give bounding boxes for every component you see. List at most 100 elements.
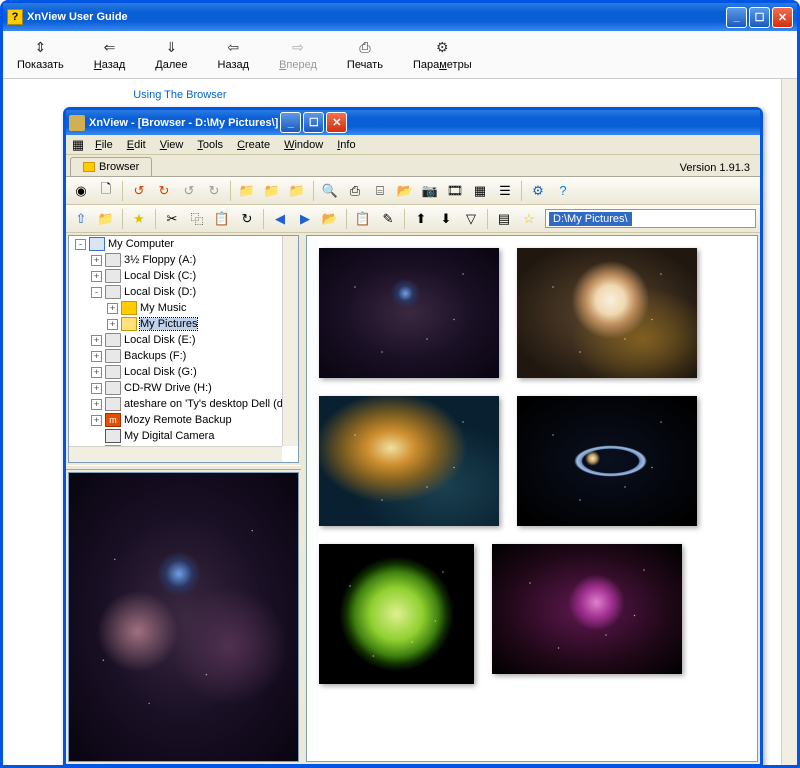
paste-button[interactable]: 📋: [211, 208, 233, 230]
menu-view[interactable]: View: [153, 137, 191, 153]
address-input[interactable]: D:\My Pictures\: [545, 209, 756, 228]
tree-node-my-digital-camera[interactable]: My Digital Camera: [69, 428, 298, 444]
category-button[interactable]: ▤: [493, 208, 515, 230]
rotate-cw-gray-button[interactable]: ↻: [203, 180, 225, 202]
expand-icon[interactable]: +: [91, 255, 102, 266]
link-using-browser[interactable]: Using The Browser: [133, 89, 226, 101]
star-button[interactable]: ☆: [518, 208, 540, 230]
help-toolbar-печать[interactable]: ⎙Печать: [341, 37, 389, 73]
xnview-close-button[interactable]: ✕: [326, 112, 347, 133]
help-toolbar-показать[interactable]: ⇕Показать: [11, 37, 70, 73]
thumbnail-sun-green[interactable]: [319, 544, 474, 684]
new-button[interactable]: 🗋: [95, 180, 117, 202]
tree-node-ateshare-on-ty-s-desktop-dell-de[interactable]: +ateshare on 'Ty's desktop Dell (de: [69, 396, 298, 412]
help-button[interactable]: ?: [552, 180, 574, 202]
close-button[interactable]: ✕: [772, 7, 793, 28]
tree-node-local-disk-e[interactable]: +Local Disk (E:): [69, 332, 298, 348]
help-toolbar-параметры[interactable]: ⚙Параметры: [407, 37, 478, 73]
expand-icon[interactable]: +: [91, 415, 102, 426]
zoom-button[interactable]: 🔍: [319, 180, 341, 202]
expand-icon[interactable]: +: [91, 351, 102, 362]
rotate-ccw-gray-button[interactable]: ↺: [178, 180, 200, 202]
thumbnail-nebula-orange[interactable]: [517, 248, 697, 378]
tree-node-my-pictures[interactable]: +My Pictures: [69, 316, 298, 332]
scanner-button[interactable]: ⌸: [369, 180, 391, 202]
clipboard-button[interactable]: 📋: [352, 208, 374, 230]
folder-icon: [83, 162, 95, 172]
tree-node-cd-rw-drive-h[interactable]: +CD-RW Drive (H:): [69, 380, 298, 396]
folder-tree[interactable]: -My Computer+3½ Floppy (A:)+Local Disk (…: [68, 235, 299, 463]
maximize-button[interactable]: ☐: [749, 7, 770, 28]
tree-node-my-computer[interactable]: -My Computer: [69, 236, 298, 252]
expand-icon[interactable]: +: [91, 271, 102, 282]
print-button[interactable]: ⎙: [344, 180, 366, 202]
new-folder-button[interactable]: 📁: [95, 208, 117, 230]
menu-icon[interactable]: ▦: [70, 137, 86, 153]
expand-icon[interactable]: +: [91, 335, 102, 346]
tree-node-3-floppy-a[interactable]: +3½ Floppy (A:): [69, 252, 298, 268]
cut-button[interactable]: ✂: [161, 208, 183, 230]
thumbnail-grid[interactable]: [306, 235, 758, 762]
splitter-horizontal[interactable]: [66, 465, 301, 470]
expand-icon[interactable]: -: [75, 239, 86, 250]
thumbnail-nebula-pink[interactable]: [492, 544, 682, 674]
menu-window[interactable]: Window: [277, 137, 330, 153]
expand-icon[interactable]: +: [91, 383, 102, 394]
rotate-cw-button[interactable]: ↻: [153, 180, 175, 202]
folder-compare-button[interactable]: 📂: [394, 180, 416, 202]
tab-browser[interactable]: Browser: [70, 157, 152, 176]
menu-edit[interactable]: Edit: [120, 137, 153, 153]
camera-button[interactable]: 📷: [419, 180, 441, 202]
expand-icon[interactable]: +: [91, 367, 102, 378]
film-button[interactable]: 🎞: [444, 180, 466, 202]
expand-icon[interactable]: +: [91, 399, 102, 410]
copy-button[interactable]: ⿻: [186, 208, 208, 230]
folder-nav-button[interactable]: 📂: [319, 208, 341, 230]
thumbnail-nebula-swirl[interactable]: [319, 396, 499, 526]
favorite-button[interactable]: ★: [128, 208, 150, 230]
help-toolbar-назад[interactable]: ⇐Назад: [88, 37, 132, 73]
xnview-titlebar[interactable]: XnView - [Browser - D:\My Pictures\] _ ☐…: [66, 110, 760, 135]
list-button[interactable]: ☰: [494, 180, 516, 202]
back-button[interactable]: ◀: [269, 208, 291, 230]
tree-scrollbar-h[interactable]: [69, 446, 282, 462]
filter-button[interactable]: ▽: [460, 208, 482, 230]
settings-button[interactable]: ⚙: [527, 180, 549, 202]
minimize-button[interactable]: _: [726, 7, 747, 28]
expand-icon[interactable]: +: [107, 319, 118, 330]
thumbnail-galaxy-ring[interactable]: [517, 396, 697, 526]
help-toolbar-далее[interactable]: ⇓Далее: [149, 37, 193, 73]
xnview-minimize-button[interactable]: _: [280, 112, 301, 133]
menu-tools[interactable]: Tools: [190, 137, 230, 153]
menu-create[interactable]: Create: [230, 137, 277, 153]
help-titlebar[interactable]: ? XnView User Guide _ ☐ ✕: [3, 3, 797, 31]
tree-node-my-music[interactable]: +My Music: [69, 300, 298, 316]
folder-x-button[interactable]: 📁: [286, 180, 308, 202]
cycle-button[interactable]: ↻: [236, 208, 258, 230]
color-swatch-button[interactable]: ▦: [469, 180, 491, 202]
tree-node-local-disk-g[interactable]: +Local Disk (G:): [69, 364, 298, 380]
pencil-button[interactable]: ✎: [377, 208, 399, 230]
thumbnail-nebula-blue[interactable]: [319, 248, 499, 378]
forward-button[interactable]: ▶: [294, 208, 316, 230]
help-toolbar-назад[interactable]: ⇦Назад: [212, 37, 256, 73]
preview-pane[interactable]: [68, 472, 299, 762]
xnview-maximize-button[interactable]: ☐: [303, 112, 324, 133]
menu-file[interactable]: File: [88, 137, 120, 153]
sort-desc-button[interactable]: ⬇: [435, 208, 457, 230]
tree-node-backups-f[interactable]: +Backups (F:): [69, 348, 298, 364]
up-button[interactable]: ⇧: [70, 208, 92, 230]
help-scrollbar[interactable]: [781, 79, 797, 765]
menu-info[interactable]: Info: [330, 137, 362, 153]
folder-check-button[interactable]: 📁: [261, 180, 283, 202]
folder-button[interactable]: 📁: [236, 180, 258, 202]
expand-icon[interactable]: -: [91, 287, 102, 298]
tree-node-local-disk-d[interactable]: -Local Disk (D:): [69, 284, 298, 300]
eye-button[interactable]: ◉: [70, 180, 92, 202]
tree-node-local-disk-c[interactable]: +Local Disk (C:): [69, 268, 298, 284]
sort-asc-button[interactable]: ⬆: [410, 208, 432, 230]
rotate-ccw-button[interactable]: ↺: [128, 180, 150, 202]
tree-scrollbar-v[interactable]: [282, 236, 298, 446]
expand-icon[interactable]: +: [107, 303, 118, 314]
tree-node-mozy-remote-backup[interactable]: +mMozy Remote Backup: [69, 412, 298, 428]
